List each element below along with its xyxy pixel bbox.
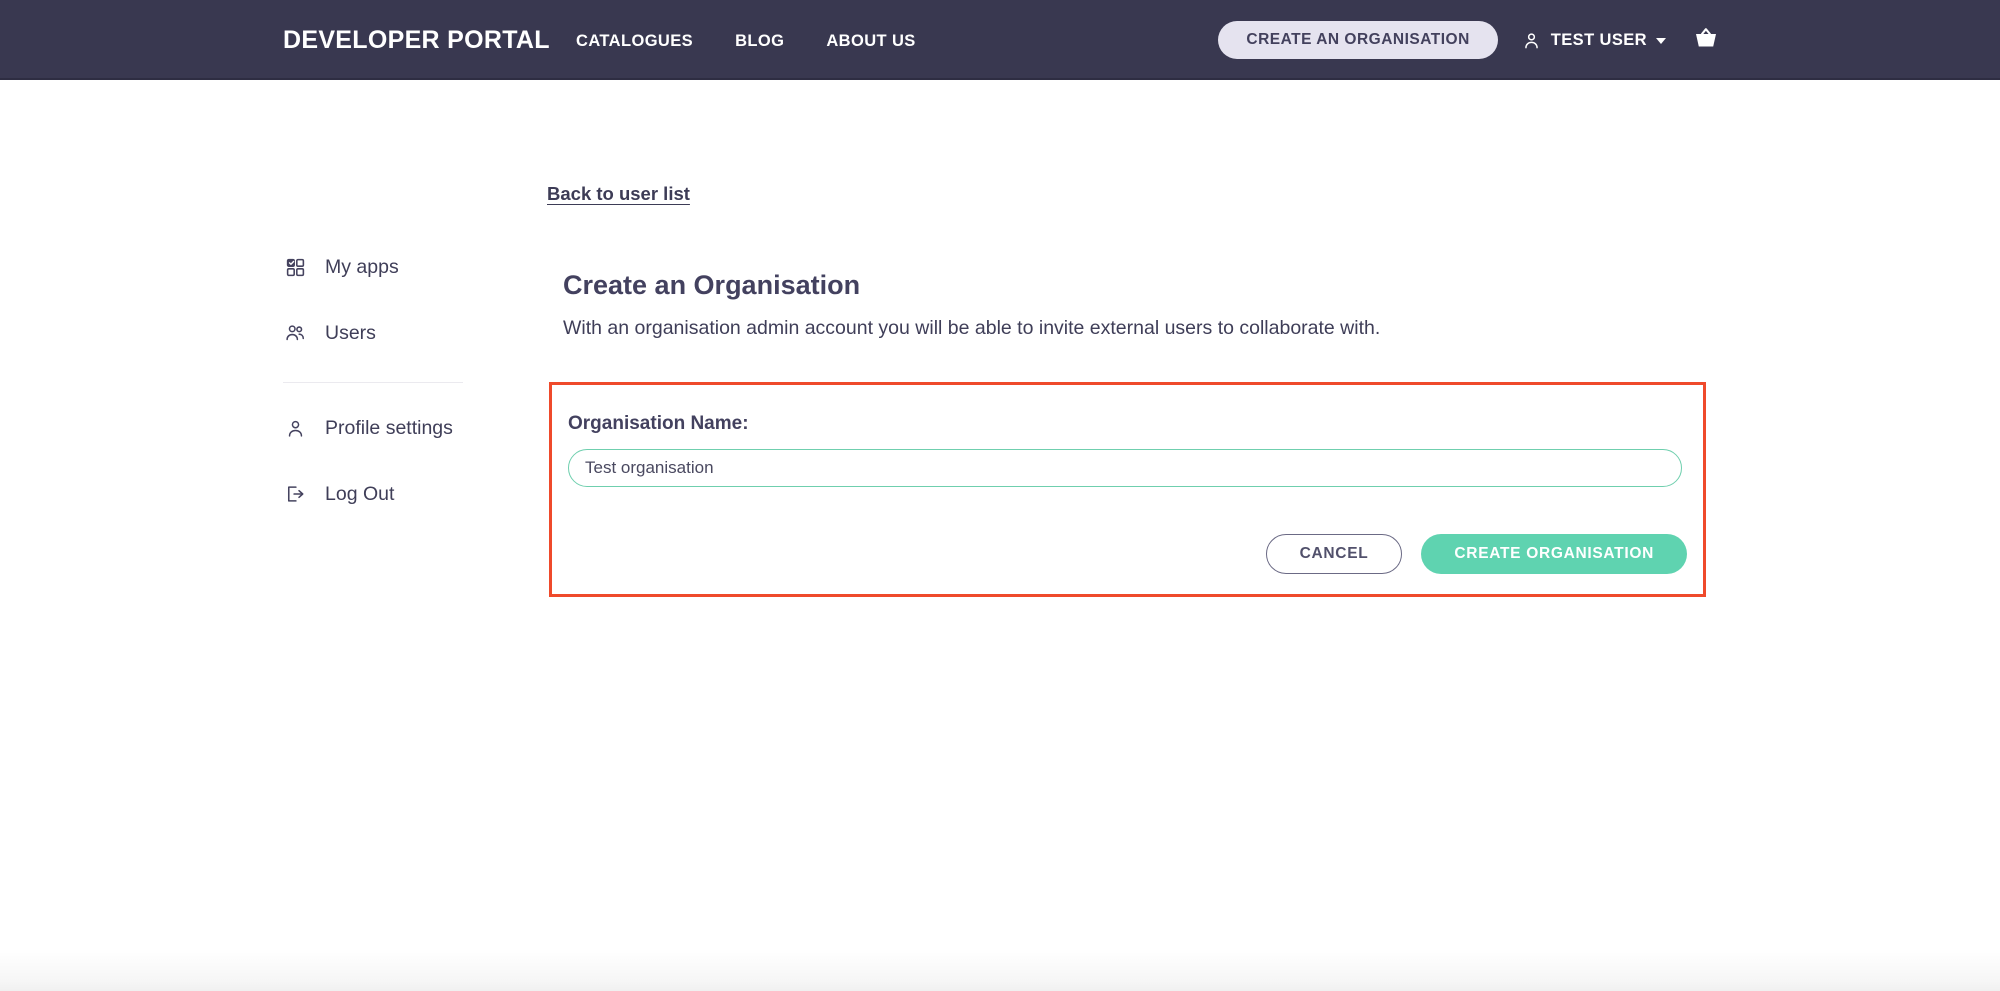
page-description: With an organisation admin account you w… bbox=[563, 317, 1381, 339]
page-bottom-shadow bbox=[0, 951, 2000, 991]
cancel-button[interactable]: CANCEL bbox=[1265, 534, 1403, 574]
chevron-down-icon bbox=[1656, 38, 1666, 44]
site-header: DEVELOPER PORTAL CATALOGUES BLOG ABOUT U… bbox=[0, 0, 2000, 80]
user-menu-label: TEST USER bbox=[1550, 30, 1647, 49]
sidebar-item-label: Log Out bbox=[325, 482, 395, 505]
page-title: Create an Organisation bbox=[563, 270, 861, 300]
form-actions: CANCEL CREATE ORGANISATION bbox=[1265, 534, 1687, 574]
organisation-name-input[interactable] bbox=[568, 449, 1682, 487]
nav-item-about-us[interactable]: ABOUT US bbox=[826, 32, 915, 51]
grid-apps-icon bbox=[283, 255, 307, 279]
logout-icon bbox=[283, 482, 307, 506]
primary-nav: CATALOGUES BLOG ABOUT US bbox=[576, 32, 916, 51]
brand-logo[interactable]: DEVELOPER PORTAL bbox=[283, 26, 550, 55]
sidebar-divider bbox=[283, 382, 463, 383]
sidebar-item-log-out[interactable]: Log Out bbox=[283, 477, 463, 511]
sidebar-item-label: Users bbox=[325, 321, 376, 344]
person-icon bbox=[1520, 28, 1544, 52]
back-to-user-list-link[interactable]: Back to user list bbox=[547, 183, 690, 205]
sidebar-item-profile-settings[interactable]: Profile settings bbox=[283, 411, 463, 445]
sidebar-item-users[interactable]: Users bbox=[283, 316, 463, 350]
sidebar-item-label: Profile settings bbox=[325, 416, 453, 439]
create-organisation-submit-button[interactable]: CREATE ORGANISATION bbox=[1421, 534, 1687, 574]
sidebar-item-my-apps[interactable]: My apps bbox=[283, 250, 463, 284]
nav-item-blog[interactable]: BLOG bbox=[735, 32, 784, 51]
user-menu[interactable]: TEST USER bbox=[1520, 28, 1666, 52]
main-panel: Create an Organisation With an organisat… bbox=[563, 270, 1723, 340]
sidebar-item-label: My apps bbox=[325, 255, 399, 278]
basket-icon bbox=[1692, 25, 1720, 56]
create-organisation-form: Organisation Name: CANCEL CREATE ORGANIS… bbox=[549, 382, 1706, 597]
organisation-name-label: Organisation Name: bbox=[568, 413, 749, 434]
person-icon bbox=[283, 416, 307, 440]
basket-button[interactable] bbox=[1692, 25, 1720, 56]
nav-item-catalogues[interactable]: CATALOGUES bbox=[576, 32, 693, 51]
users-icon bbox=[283, 321, 307, 345]
sidebar: My apps Users Profile settings Log Out bbox=[283, 250, 463, 511]
create-an-organisation-button[interactable]: CREATE AN ORGANISATION bbox=[1218, 21, 1498, 59]
header-actions: CREATE AN ORGANISATION TEST USER bbox=[1218, 0, 1720, 80]
